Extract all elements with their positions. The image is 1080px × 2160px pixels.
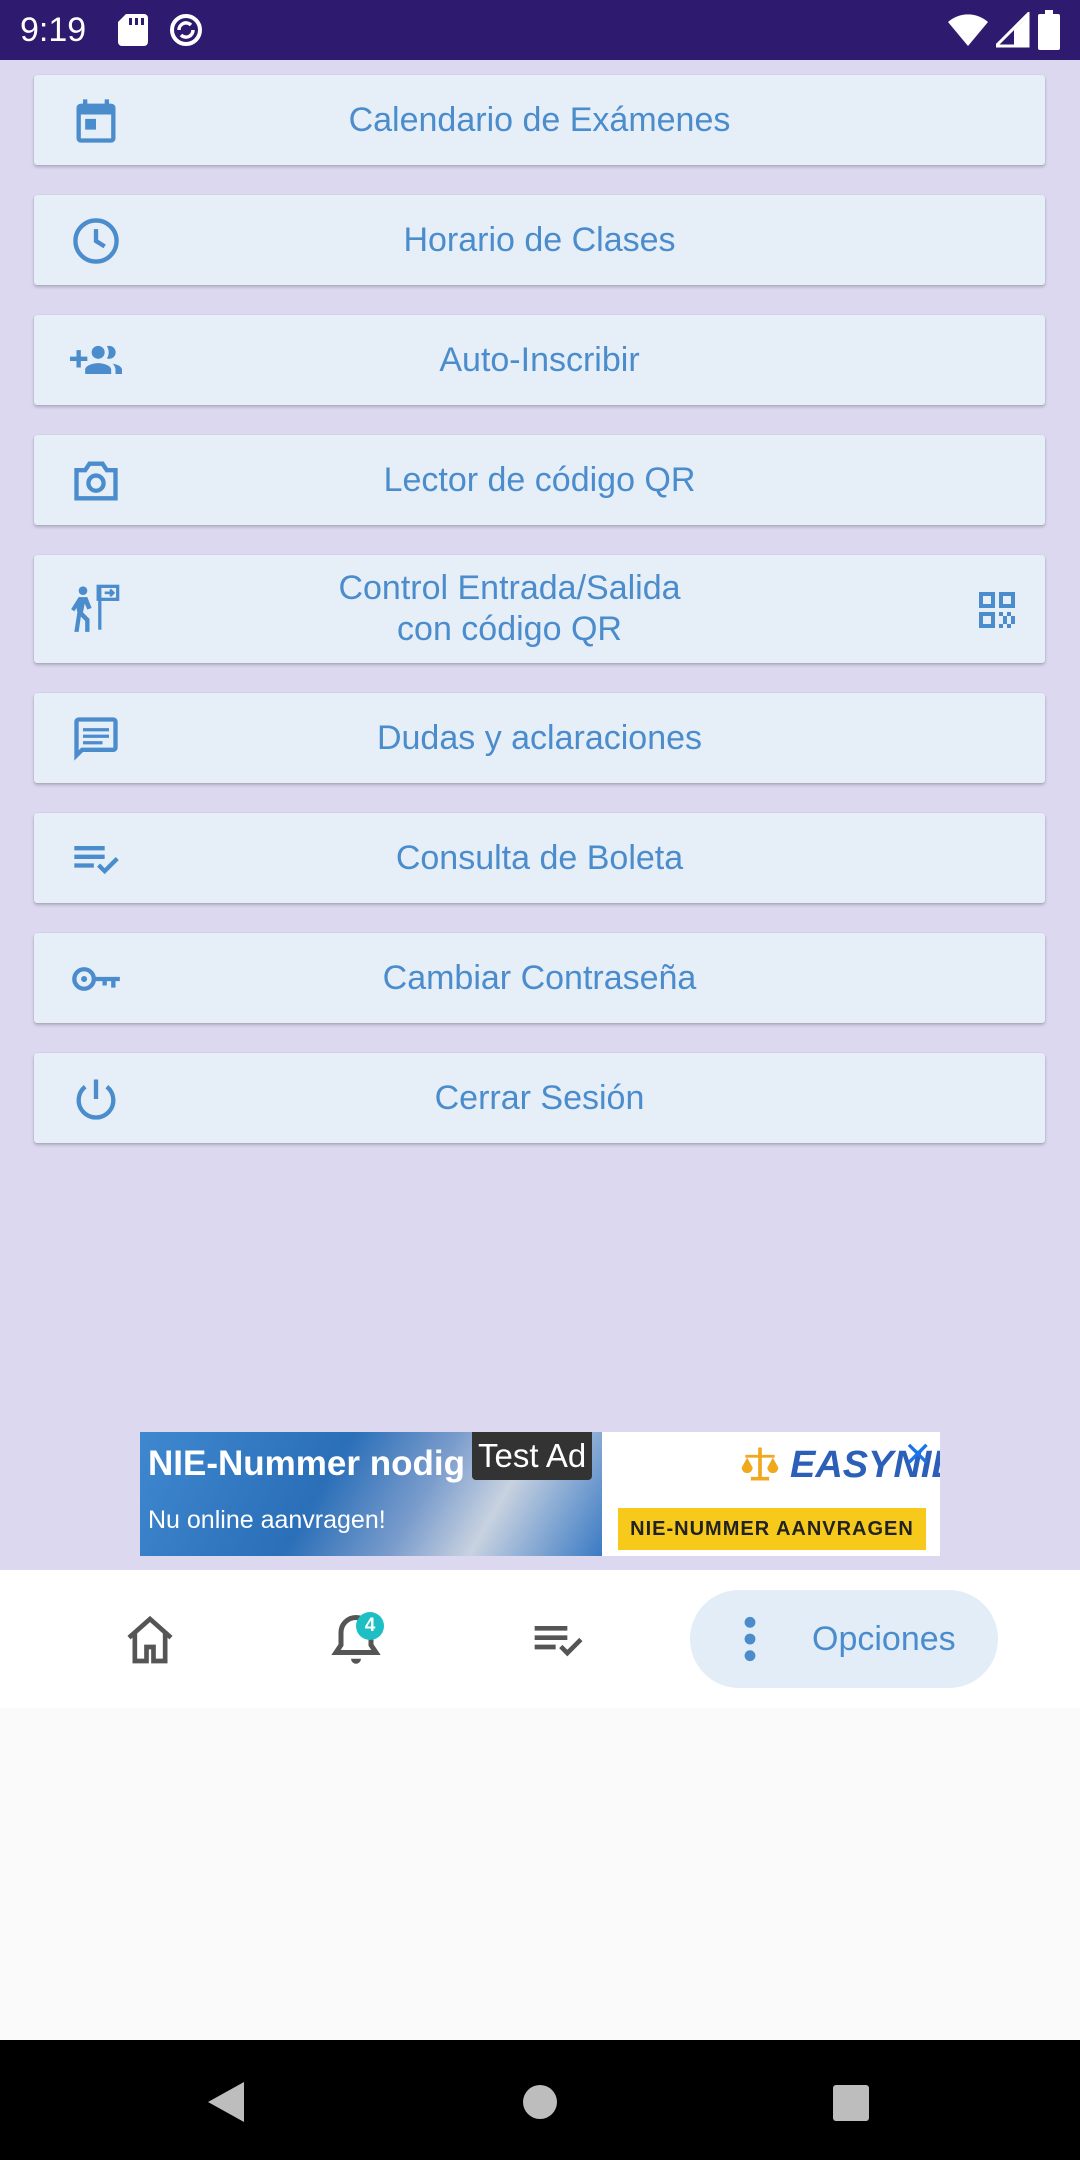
menu-label-line2: con código QR <box>397 610 622 648</box>
menu-lector-qr[interactable]: Lector de código QR <box>34 435 1045 525</box>
sd-card-icon <box>118 14 148 46</box>
list-check-icon[interactable] <box>528 1612 588 1668</box>
options-tab[interactable]: Opciones <box>690 1590 998 1688</box>
ad-headline: NIE-Nummer nodig <box>148 1444 465 1483</box>
home-icon[interactable] <box>122 1612 178 1668</box>
status-time: 9:19 <box>20 11 87 49</box>
menu-label: Cambiar Contraseña <box>382 958 697 997</box>
menu-label: Control Entrada/Salida con código QR <box>34 555 985 663</box>
ad-banner[interactable]: NIE-Nummer nodig Nu online aanvragen! Te… <box>140 1432 940 1556</box>
menu-cerrar-sesion[interactable]: Cerrar Sesión <box>34 1053 1045 1143</box>
bottom-navigation: 4 Opciones <box>0 1570 1080 1708</box>
menu-auto-inscribir[interactable]: Auto-Inscribir <box>34 315 1045 405</box>
menu-calendario-examenes[interactable]: Calendario de Exámenes <box>34 75 1045 165</box>
menu-label: Dudas y aclaraciones <box>376 718 703 757</box>
wifi-icon <box>948 14 988 46</box>
menu-horario-clases[interactable]: Horario de Clases <box>34 195 1045 285</box>
signal-icon <box>996 12 1030 48</box>
menu-label: Cerrar Sesión <box>434 1078 645 1117</box>
menu-cambiar-contrasena[interactable]: Cambiar Contraseña <box>34 933 1045 1023</box>
empty-area <box>0 1708 1080 2040</box>
more-vert-icon <box>744 1616 756 1662</box>
ad-subline: Nu online aanvragen! <box>148 1506 386 1534</box>
ad-cta-button[interactable]: NIE-NUMMER AANVRAGEN <box>618 1508 926 1550</box>
notification-badge: 4 <box>356 1612 384 1640</box>
menu-label: Consulta de Boleta <box>395 838 684 877</box>
menu-label: Auto-Inscribir <box>439 340 640 379</box>
menu-consulta-boleta[interactable]: Consulta de Boleta <box>34 813 1045 903</box>
ad-close-icon[interactable]: ✕ <box>904 1438 933 1472</box>
test-ad-badge: Test Ad <box>472 1432 593 1480</box>
battery-icon <box>1038 10 1060 50</box>
menu-label: Lector de código QR <box>383 460 696 499</box>
status-bar: 9:19 <box>0 0 1080 60</box>
menu-label-line1: Control Entrada/Salida <box>338 569 681 607</box>
menu-label: Calendario de Exámenes <box>348 100 731 139</box>
options-label: Opciones <box>812 1620 956 1658</box>
menu-control-entrada-salida[interactable]: Control Entrada/Salida con código QR <box>34 555 1045 663</box>
system-navigation-bar <box>0 2040 1080 2160</box>
scales-icon <box>741 1447 779 1481</box>
sync-icon <box>170 14 202 46</box>
back-icon[interactable] <box>204 2080 246 2124</box>
menu-dudas-aclaraciones[interactable]: Dudas y aclaraciones <box>34 693 1045 783</box>
qr-code-icon <box>979 592 1015 628</box>
recents-icon[interactable] <box>832 2084 870 2122</box>
home-button-icon[interactable] <box>522 2084 558 2120</box>
menu-label: Horario de Clases <box>403 220 676 259</box>
